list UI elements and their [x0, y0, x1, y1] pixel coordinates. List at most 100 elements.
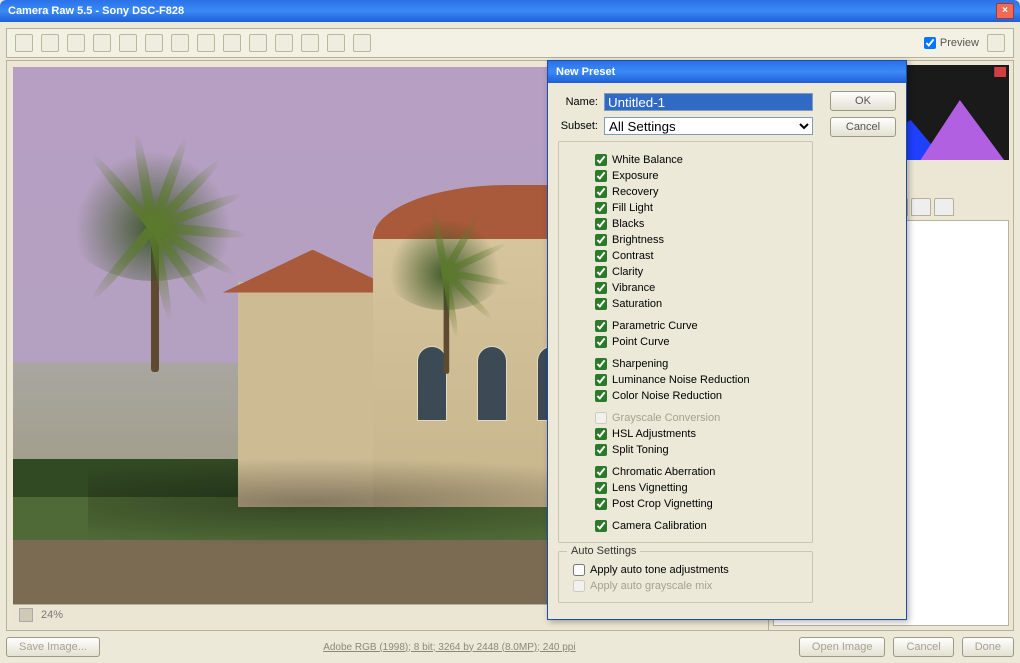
zoom-tool-icon[interactable]	[15, 34, 33, 52]
auto-setting-label: Apply auto grayscale mix	[590, 580, 712, 592]
setting-checkbox[interactable]: Split Toning	[567, 442, 804, 458]
dialog-cancel-button[interactable]: Cancel	[830, 117, 896, 137]
setting-checkbox[interactable]: Vibrance	[567, 280, 804, 296]
setting-checkbox-input[interactable]	[595, 218, 607, 230]
hand-tool-icon[interactable]	[41, 34, 59, 52]
rotate-cw-icon[interactable]	[353, 34, 371, 52]
setting-label: Saturation	[612, 298, 662, 310]
preview-checkbox[interactable]: Preview	[924, 37, 979, 49]
setting-checkbox-input[interactable]	[595, 266, 607, 278]
auto-setting-checkbox-input[interactable]	[573, 564, 585, 576]
close-icon[interactable]: ×	[996, 3, 1014, 19]
setting-label: Fill Light	[612, 202, 653, 214]
setting-checkbox[interactable]: Blacks	[567, 216, 804, 232]
graduated-filter-tool-icon[interactable]	[275, 34, 293, 52]
crop-tool-icon[interactable]	[145, 34, 163, 52]
zoom-level[interactable]: 24%	[41, 609, 63, 621]
setting-checkbox-input[interactable]	[595, 428, 607, 440]
setting-checkbox-input[interactable]	[595, 358, 607, 370]
setting-checkbox-input[interactable]	[595, 234, 607, 246]
setting-label: HSL Adjustments	[612, 428, 696, 440]
redeye-tool-icon[interactable]	[223, 34, 241, 52]
setting-checkbox[interactable]: Camera Calibration	[567, 518, 804, 534]
setting-checkbox-input[interactable]	[595, 186, 607, 198]
subset-label: Subset:	[558, 120, 598, 132]
save-image-button[interactable]: Save Image...	[6, 637, 100, 657]
setting-checkbox[interactable]: Brightness	[567, 232, 804, 248]
setting-checkbox-input[interactable]	[595, 170, 607, 182]
setting-checkbox[interactable]: Saturation	[567, 296, 804, 312]
setting-checkbox-input[interactable]	[595, 520, 607, 532]
setting-checkbox-input[interactable]	[595, 336, 607, 348]
preset-name-input[interactable]	[604, 93, 813, 111]
setting-checkbox[interactable]: Contrast	[567, 248, 804, 264]
straighten-tool-icon[interactable]	[171, 34, 189, 52]
setting-label: Blacks	[612, 218, 644, 230]
setting-checkbox-input[interactable]	[595, 320, 607, 332]
white-balance-tool-icon[interactable]	[67, 34, 85, 52]
dialog-titlebar[interactable]: New Preset	[548, 61, 906, 83]
subset-select[interactable]: All Settings	[604, 117, 813, 135]
setting-label: Contrast	[612, 250, 654, 262]
setting-checkbox[interactable]: Color Noise Reduction	[567, 388, 804, 404]
setting-checkbox[interactable]: Chromatic Aberration	[567, 464, 804, 480]
rotate-ccw-icon[interactable]	[327, 34, 345, 52]
tab-presets[interactable]	[934, 198, 954, 216]
cancel-button[interactable]: Cancel	[893, 637, 953, 657]
setting-checkbox[interactable]: Clarity	[567, 264, 804, 280]
setting-label: Clarity	[612, 266, 643, 278]
setting-checkbox[interactable]: Sharpening	[567, 356, 804, 372]
setting-checkbox[interactable]: HSL Adjustments	[567, 426, 804, 442]
setting-checkbox-input[interactable]	[595, 202, 607, 214]
auto-settings-group: Auto Settings Apply auto tone adjustment…	[558, 551, 813, 603]
setting-checkbox-input[interactable]	[595, 390, 607, 402]
dialog-ok-button[interactable]: OK	[830, 91, 896, 111]
setting-label: Lens Vignetting	[612, 482, 688, 494]
setting-label: Post Crop Vignetting	[612, 498, 713, 510]
setting-label: Brightness	[612, 234, 664, 246]
done-button[interactable]: Done	[962, 637, 1014, 657]
toolbar: Preview	[6, 28, 1014, 58]
setting-checkbox-input[interactable]	[595, 250, 607, 262]
workflow-options-link[interactable]: Adobe RGB (1998); 8 bit; 3264 by 2448 (8…	[108, 642, 791, 653]
fullscreen-toggle-icon[interactable]	[987, 34, 1005, 52]
setting-checkbox[interactable]: Parametric Curve	[567, 318, 804, 334]
setting-checkbox-input[interactable]	[595, 466, 607, 478]
setting-checkbox[interactable]: Exposure	[567, 168, 804, 184]
setting-label: Sharpening	[612, 358, 668, 370]
setting-label: Color Noise Reduction	[612, 390, 722, 402]
spot-removal-tool-icon[interactable]	[197, 34, 215, 52]
setting-checkbox-input[interactable]	[595, 298, 607, 310]
setting-checkbox[interactable]: Point Curve	[567, 334, 804, 350]
setting-checkbox-input[interactable]	[595, 374, 607, 386]
adjustment-brush-tool-icon[interactable]	[249, 34, 267, 52]
setting-checkbox-input[interactable]	[595, 444, 607, 456]
tab-camera[interactable]	[911, 198, 931, 216]
setting-checkbox-input[interactable]	[595, 282, 607, 294]
setting-checkbox: Grayscale Conversion	[567, 410, 804, 426]
setting-label: Exposure	[612, 170, 658, 182]
preview-checkbox-input[interactable]	[924, 37, 936, 49]
setting-checkbox-input[interactable]	[595, 154, 607, 166]
setting-checkbox[interactable]: Post Crop Vignetting	[567, 496, 804, 512]
preferences-tool-icon[interactable]	[301, 34, 319, 52]
setting-checkbox-input[interactable]	[595, 498, 607, 510]
app-titlebar: Camera Raw 5.5 - Sony DSC-F828 ×	[0, 0, 1020, 22]
setting-checkbox[interactable]: Lens Vignetting	[567, 480, 804, 496]
setting-checkbox-input[interactable]	[595, 482, 607, 494]
setting-checkbox[interactable]: Fill Light	[567, 200, 804, 216]
app-title: Camera Raw 5.5 - Sony DSC-F828	[8, 5, 184, 17]
setting-checkbox[interactable]: Recovery	[567, 184, 804, 200]
bottom-bar: Save Image... Adobe RGB (1998); 8 bit; 3…	[6, 635, 1014, 659]
setting-label: Split Toning	[612, 444, 669, 456]
new-preset-dialog: New Preset OK Cancel Name: Subset: All S…	[547, 60, 907, 620]
target-adjust-tool-icon[interactable]	[119, 34, 137, 52]
auto-setting-checkbox[interactable]: Apply auto tone adjustments	[567, 562, 804, 578]
color-sampler-tool-icon[interactable]	[93, 34, 111, 52]
setting-checkbox[interactable]: Luminance Noise Reduction	[567, 372, 804, 388]
setting-checkbox[interactable]: White Balance	[567, 152, 804, 168]
open-image-button[interactable]: Open Image	[799, 637, 886, 657]
auto-settings-title: Auto Settings	[567, 545, 640, 557]
thumbnail-icon[interactable]	[19, 608, 33, 622]
preview-label: Preview	[940, 37, 979, 49]
